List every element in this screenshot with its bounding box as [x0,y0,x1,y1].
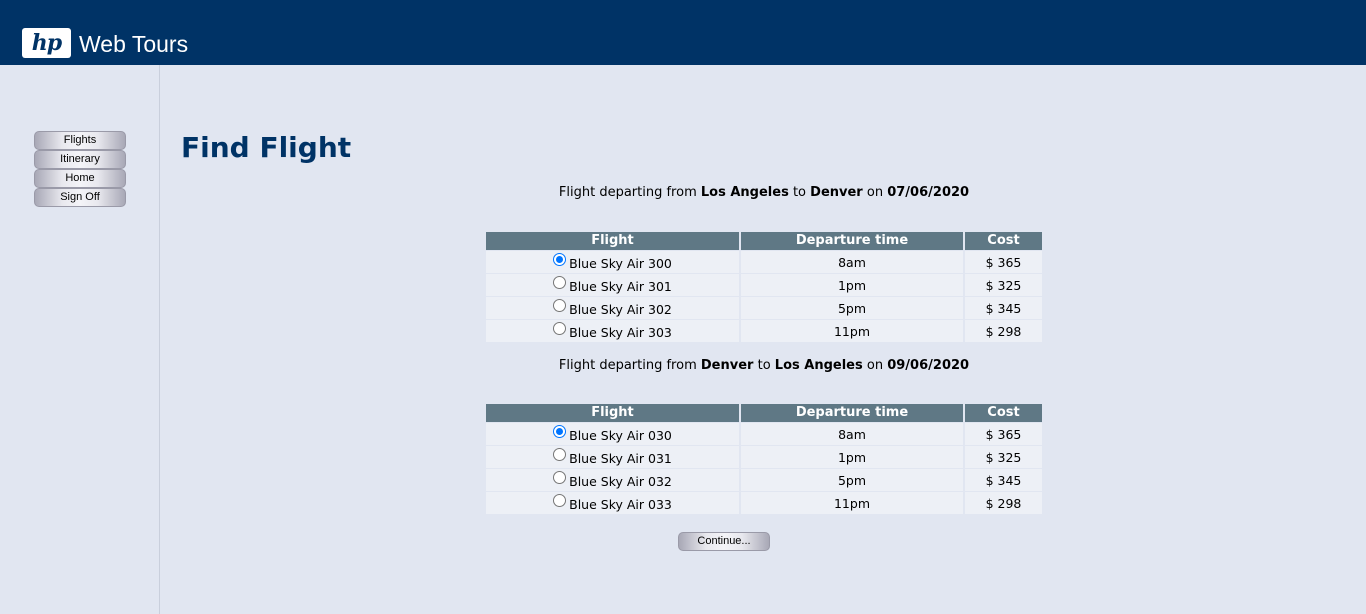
flight-name: Blue Sky Air 300 [569,256,672,271]
flight-cell: Blue Sky Air 302 [486,296,739,319]
flight-name: Blue Sky Air 302 [569,302,672,317]
departure-time: 11pm [739,491,963,514]
departure-time: 1pm [739,273,963,296]
cost: $ 365 [963,250,1042,273]
cost: $ 345 [963,296,1042,319]
flight-radio[interactable] [553,322,567,335]
nav-itinerary-button[interactable]: Itinerary [34,150,126,169]
flight-cell: Blue Sky Air 301 [486,273,739,296]
outbound-caption: Flight departing from Los Angeles to Den… [558,185,970,200]
nav-home-button[interactable]: Home [34,169,126,188]
departure-time: 5pm [739,296,963,319]
flight-name: Blue Sky Air 031 [569,451,672,466]
continue-button[interactable]: Continue... [678,532,770,551]
flight-radio[interactable] [553,494,567,507]
flight-radio[interactable] [553,253,567,266]
nav-flights-button[interactable]: Flights [34,131,126,150]
sidebar: Flights Itinerary Home Sign Off [0,65,160,614]
flight-row: Blue Sky Air 302 5pm $ 345 [486,296,1042,319]
cost: $ 298 [963,319,1042,342]
departure-time: 8am [739,250,963,273]
flight-cell: Blue Sky Air 031 [486,445,739,468]
flight-radio[interactable] [553,448,567,461]
flight-name: Blue Sky Air 301 [569,279,672,294]
return-flights-table: Flight Departure time Cost Blue Sky Air … [486,404,1042,514]
flight-radio[interactable] [553,276,567,289]
flight-name: Blue Sky Air 030 [569,428,672,443]
flight-row: Blue Sky Air 300 8am $ 365 [486,250,1042,273]
column-header-flight: Flight [486,232,739,250]
cost: $ 298 [963,491,1042,514]
flight-radio[interactable] [553,299,567,312]
return-caption: Flight departing from Denver to Los Ange… [558,358,970,373]
flight-name: Blue Sky Air 303 [569,325,672,340]
flight-row: Blue Sky Air 032 5pm $ 345 [486,468,1042,491]
outbound-flights-table: Flight Departure time Cost Blue Sky Air … [486,232,1042,342]
flight-cell: Blue Sky Air 303 [486,319,739,342]
column-header-cost: Cost [963,232,1042,250]
departure-time: 11pm [739,319,963,342]
cost: $ 325 [963,445,1042,468]
flight-name: Blue Sky Air 032 [569,474,672,489]
departure-time: 1pm [739,445,963,468]
flight-row: Blue Sky Air 303 11pm $ 298 [486,319,1042,342]
flight-cell: Blue Sky Air 300 [486,250,739,273]
cost: $ 365 [963,422,1042,445]
brand-title: Web Tours [79,31,189,57]
departure-time: 8am [739,422,963,445]
column-header-departure-time: Departure time [739,232,963,250]
flight-cell: Blue Sky Air 032 [486,468,739,491]
flight-name: Blue Sky Air 033 [569,497,672,512]
cost: $ 325 [963,273,1042,296]
flight-cell: Blue Sky Air 033 [486,491,739,514]
flight-radio[interactable] [553,425,567,438]
flight-row: Blue Sky Air 301 1pm $ 325 [486,273,1042,296]
column-header-flight: Flight [486,404,739,422]
header-bar: hp Web Tours [0,0,1366,65]
column-header-departure-time: Departure time [739,404,963,422]
cost: $ 345 [963,468,1042,491]
page-title: Find Flight [181,131,352,164]
flight-row: Blue Sky Air 031 1pm $ 325 [486,445,1042,468]
flight-row: Blue Sky Air 030 8am $ 365 [486,422,1042,445]
departure-time: 5pm [739,468,963,491]
flight-cell: Blue Sky Air 030 [486,422,739,445]
flight-row: Blue Sky Air 033 11pm $ 298 [486,491,1042,514]
hp-logo-icon: hp [22,28,71,58]
flight-radio[interactable] [553,471,567,484]
column-header-cost: Cost [963,404,1042,422]
nav-sign-off-button[interactable]: Sign Off [34,188,126,207]
